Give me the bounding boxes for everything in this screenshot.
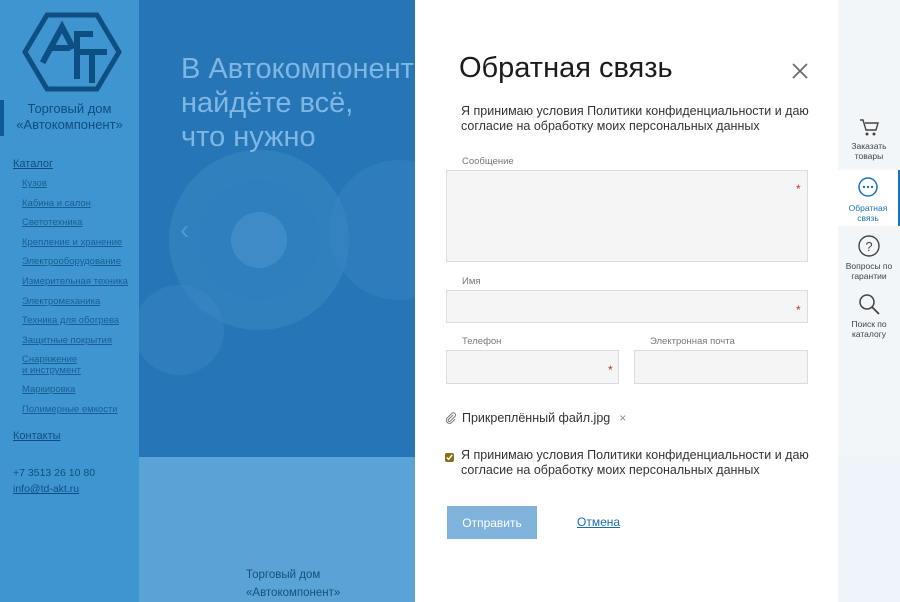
menu-item[interactable]: Защитные покрытия: [22, 335, 128, 355]
name-label: Имя: [462, 276, 481, 287]
agreement-row[interactable]: Я принимаю условия Политики конфиденциал…: [445, 448, 825, 478]
menu-item[interactable]: Светотехника: [22, 217, 128, 237]
agreement-text: Я принимаю условия Политики конфиденциал…: [461, 448, 809, 477]
cart-icon: [860, 119, 879, 136]
company-logo[interactable]: [22, 12, 122, 92]
brand-line-2: «Автокомпонент»: [16, 117, 123, 132]
sidebar: Торговый дом «Автокомпонент» Каталог Куз…: [0, 0, 139, 602]
email-input[interactable]: [634, 350, 808, 384]
modal-intro: Я принимаю условия Политики конфиденциал…: [461, 104, 809, 133]
brand-name[interactable]: Торговый дом «Автокомпонент»: [0, 101, 139, 133]
hero-title: В Автокомпонент найдёте всё, что нужно: [181, 53, 414, 153]
menu-item[interactable]: Снаряжение и инструмент: [22, 354, 128, 384]
submit-button[interactable]: Отправить: [447, 506, 537, 539]
feedback-label: Обратная связь: [848, 203, 888, 223]
chat-icon: [858, 177, 878, 197]
menu-item[interactable]: Кабина и салон: [22, 198, 128, 218]
email-label: Электронная почта: [650, 336, 735, 347]
phone-required-mark: *: [608, 363, 613, 377]
catalog-search-label: Поиск по каталогу: [851, 319, 887, 339]
svg-text:?: ?: [865, 239, 872, 254]
right-toolbar-top: [838, 0, 900, 457]
message-input[interactable]: [446, 170, 808, 262]
phone-number[interactable]: +7 3513 26 10 80: [13, 467, 95, 479]
order-goods-button[interactable]: Заказать товары: [838, 116, 900, 168]
feedback-modal: Обратная связь Я принимаю условия Полити…: [415, 0, 838, 602]
phone-input[interactable]: [446, 350, 619, 384]
catalog-menu: Кузов Кабина и салон Светотехника Крепле…: [22, 178, 128, 424]
question-icon: ?: [858, 235, 880, 257]
agreement-checkbox[interactable]: [445, 453, 454, 462]
menu-item[interactable]: Крепление и хранение: [22, 237, 128, 257]
catalog-search-button[interactable]: Поиск по каталогу: [838, 292, 900, 344]
catalog-link[interactable]: Каталог: [13, 158, 53, 170]
chevron-left-icon[interactable]: ‹: [180, 214, 189, 246]
paperclip-icon: [445, 412, 456, 424]
brand-line-1: Торговый дом: [27, 101, 112, 116]
attached-file-name[interactable]: Прикреплённый файл.jpg: [462, 411, 610, 425]
message-required-mark: *: [796, 182, 801, 196]
close-icon[interactable]: [791, 62, 809, 80]
modal-title: Обратная связь: [459, 52, 673, 84]
order-goods-label: Заказать товары: [851, 141, 887, 161]
menu-item[interactable]: Полимерные емкости: [22, 404, 128, 424]
about-text: Торговый дом «Автокомпонент» комплексные…: [246, 569, 341, 599]
right-toolbar: Заказать товары Обратная связь ? Вопросы…: [838, 0, 900, 602]
menu-item[interactable]: Маркировка: [22, 384, 128, 404]
search-icon: [859, 294, 880, 315]
warranty-questions-label: Вопросы по гарантии: [845, 261, 893, 281]
name-required-mark: *: [796, 303, 801, 317]
menu-item[interactable]: Электрооборудование: [22, 256, 128, 276]
name-input[interactable]: [446, 290, 808, 323]
cancel-link[interactable]: Отмена: [577, 515, 620, 529]
remove-file-icon[interactable]: ×: [619, 411, 626, 425]
feedback-button[interactable]: Обратная связь: [838, 170, 900, 226]
contacts-link[interactable]: Контакты: [13, 430, 61, 442]
warranty-questions-button[interactable]: ? Вопросы по гарантии: [838, 234, 900, 286]
email-link[interactable]: info@td-akt.ru: [13, 483, 79, 495]
message-label: Сообщение: [462, 156, 514, 167]
menu-item[interactable]: Измерительная техника: [22, 276, 128, 296]
phone-label: Телефон: [462, 336, 502, 347]
menu-item[interactable]: Электромеханика: [22, 296, 128, 316]
menu-item[interactable]: Техника для обогрева: [22, 315, 128, 335]
menu-item[interactable]: Кузов: [22, 178, 128, 198]
attached-file: Прикреплённый файл.jpg ×: [445, 411, 626, 425]
